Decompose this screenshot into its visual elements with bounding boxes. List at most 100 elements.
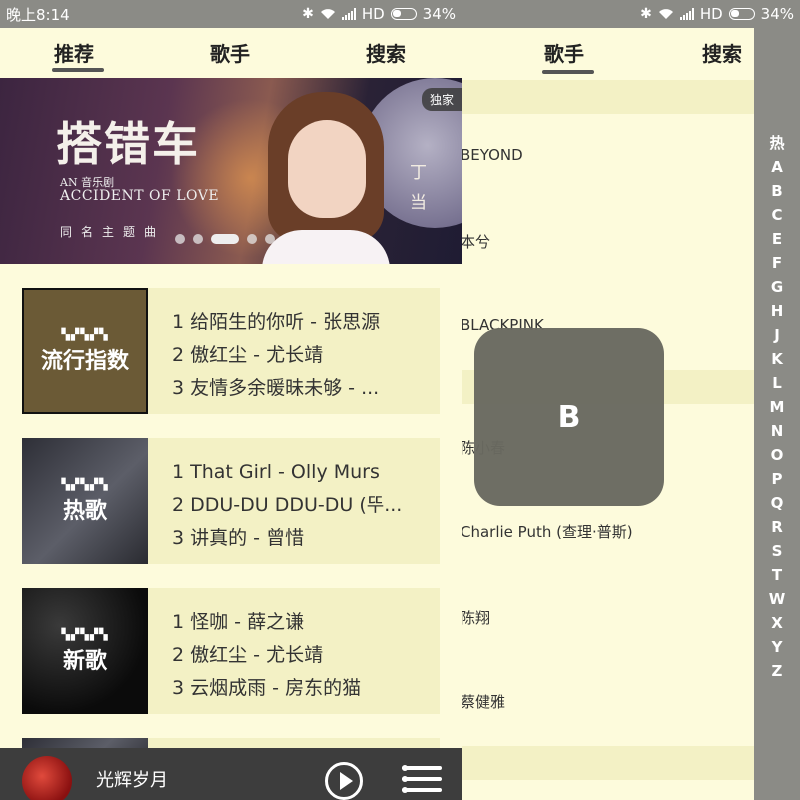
cover-label: 热歌 (62, 498, 107, 524)
status-time: 晚上8:14 (6, 5, 70, 24)
signal-icon (341, 8, 356, 20)
battery-level: 34% (760, 5, 794, 23)
singer-item[interactable]: 蔡健雅 (462, 691, 505, 712)
track-item[interactable]: 1 给陌生的你听 - 张思源 (172, 306, 432, 339)
recommend-screen: 推荐 歌手 搜索 搭错车 AN 音乐剧 ACCIDENT OF LOVE 同名主… (0, 28, 462, 800)
battery-level: 34% (422, 5, 456, 23)
chart-cover: ▚▞▚▞▚ 新歌 (22, 588, 148, 714)
tab-singer[interactable]: 歌手 (544, 38, 584, 67)
banner-artist: 丁当 (410, 163, 427, 213)
track-item[interactable]: 3 云烟成雨 - 房东的猫 (172, 672, 432, 705)
bluetooth-icon: ✱ (302, 6, 314, 22)
tab-indicator (542, 70, 594, 74)
qq-music-logo: ▚▞▚▞▚ (61, 477, 109, 491)
network-type: HD (699, 5, 723, 23)
index-letter[interactable]: 热 (769, 131, 784, 155)
singer-item[interactable]: Charlie Puth (查理·普斯) (462, 521, 633, 542)
play-icon[interactable] (325, 762, 363, 800)
index-letter[interactable]: E (772, 227, 782, 251)
album-art[interactable] (22, 756, 72, 800)
wifi-icon (320, 9, 335, 19)
chart-card-hot[interactable]: ▚▞▚▞▚ 热歌 1 That Girl - Olly Murs 2 DDU-D… (22, 438, 440, 564)
index-letter[interactable]: N (771, 419, 784, 443)
singer-item[interactable]: 陈翔 (462, 607, 490, 628)
exclusive-badge: 独家 (421, 88, 462, 111)
tab-singer[interactable]: 歌手 (210, 38, 250, 67)
status-bar-right: ✱ HD 34% (462, 0, 800, 28)
tab-search[interactable]: 搜索 (702, 38, 742, 67)
index-letter[interactable]: W (769, 587, 786, 611)
index-letter[interactable]: A (771, 155, 783, 179)
index-letter[interactable]: Q (771, 491, 784, 515)
track-list: 1 给陌生的你听 - 张思源 2 傲红尘 - 尤长靖 3 友情多余暖昧未够 - … (172, 306, 432, 405)
artist-portrait (262, 92, 390, 264)
track-item[interactable]: 3 讲真的 - 曾惜 (172, 522, 432, 555)
carousel-dot-active[interactable] (211, 234, 239, 244)
alphabet-index-bar[interactable]: 热ABCEFGHJKLMNOPQRSTWXYZ (754, 28, 800, 800)
index-letter[interactable]: Z (772, 659, 783, 683)
top-tabs: 推荐 歌手 搜索 (0, 28, 462, 78)
carousel-dot[interactable] (175, 234, 185, 244)
index-letter[interactable]: X (771, 611, 783, 635)
singer-item[interactable]: BEYOND (462, 146, 523, 164)
tab-indicator (52, 68, 104, 72)
qq-music-logo: ▚▞▚▞▚ (61, 627, 109, 641)
carousel-dot[interactable] (247, 234, 257, 244)
singer-screen: 歌手 搜索 BEYOND 本兮 BLACKPINK 陈小春 Charlie Pu… (462, 28, 800, 800)
index-letter[interactable]: C (771, 203, 782, 227)
index-letter[interactable]: G (771, 275, 783, 299)
index-letter[interactable]: M (770, 395, 785, 419)
tab-search[interactable]: 搜索 (366, 38, 406, 67)
wifi-icon (658, 9, 673, 19)
carousel-dot[interactable] (265, 234, 275, 244)
battery-icon (390, 8, 417, 20)
carousel-dot[interactable] (193, 234, 203, 244)
now-playing-title: 光辉岁月 (96, 770, 168, 791)
banner-caption: 同名主题曲 (60, 225, 166, 239)
mini-player[interactable]: 光辉岁月 (0, 748, 462, 800)
index-letter[interactable]: R (771, 515, 783, 539)
index-letter[interactable]: F (772, 251, 782, 275)
index-letter[interactable]: J (774, 323, 780, 347)
track-item[interactable]: 1 怪咖 - 薛之谦 (172, 606, 432, 639)
section-header (462, 746, 800, 780)
track-item[interactable]: 1 That Girl - Olly Murs (172, 456, 432, 489)
signal-icon (679, 8, 694, 20)
cover-label: 新歌 (62, 648, 107, 674)
promo-banner[interactable]: 搭错车 AN 音乐剧 ACCIDENT OF LOVE 同名主题曲 丁当 独家 (0, 78, 462, 264)
battery-icon (728, 8, 755, 20)
chart-cover: ▚▞▚▞▚ 热歌 (22, 438, 148, 564)
qq-music-logo: ▚▞▚▞▚ (61, 327, 109, 341)
track-item[interactable]: 2 DDU-DU DDU-DU (뚜... (172, 489, 432, 522)
banner-title: 搭错车 (56, 117, 200, 171)
section-header (462, 80, 800, 114)
playlist-icon[interactable] (402, 764, 442, 794)
index-letter[interactable]: Y (772, 635, 783, 659)
chart-card-new[interactable]: ▚▞▚▞▚ 新歌 1 怪咖 - 薛之谦 2 傲红尘 - 尤长靖 3 云烟成雨 -… (22, 588, 440, 714)
chart-card-popular[interactable]: ▚▞▚▞▚ 流行指数 1 给陌生的你听 - 张思源 2 傲红尘 - 尤长靖 3 … (22, 288, 440, 414)
carousel-dots (175, 234, 275, 244)
tab-recommend[interactable]: 推荐 (54, 38, 94, 67)
index-letter[interactable]: T (772, 563, 782, 587)
index-letter[interactable]: S (772, 539, 783, 563)
bluetooth-icon: ✱ (640, 6, 652, 22)
track-item[interactable]: 3 友情多余暖昧未够 - ... (172, 372, 432, 405)
index-letter[interactable]: O (771, 443, 784, 467)
index-toast: B (474, 328, 664, 506)
banner-english-title: ACCIDENT OF LOVE (60, 188, 220, 204)
index-letter[interactable]: L (772, 371, 782, 395)
track-item[interactable]: 2 傲红尘 - 尤长靖 (172, 639, 432, 672)
track-item[interactable]: 2 傲红尘 - 尤长靖 (172, 339, 432, 372)
track-list: 1 怪咖 - 薛之谦 2 傲红尘 - 尤长靖 3 云烟成雨 - 房东的猫 (172, 606, 432, 705)
index-letter[interactable]: B (771, 179, 782, 203)
track-list: 1 That Girl - Olly Murs 2 DDU-DU DDU-DU … (172, 456, 432, 555)
singer-item[interactable]: 本兮 (462, 231, 490, 252)
index-letter[interactable]: H (771, 299, 784, 323)
index-letter[interactable]: P (772, 467, 783, 491)
status-icons: ✱ HD 34% (640, 5, 794, 23)
status-bar-left: 晚上8:14 ✱ HD 34% (0, 0, 462, 28)
network-type: HD (361, 5, 385, 23)
chart-cover: ▚▞▚▞▚ 流行指数 (22, 288, 148, 414)
status-icons: ✱ HD 34% (302, 5, 456, 23)
index-letter[interactable]: K (771, 347, 783, 371)
